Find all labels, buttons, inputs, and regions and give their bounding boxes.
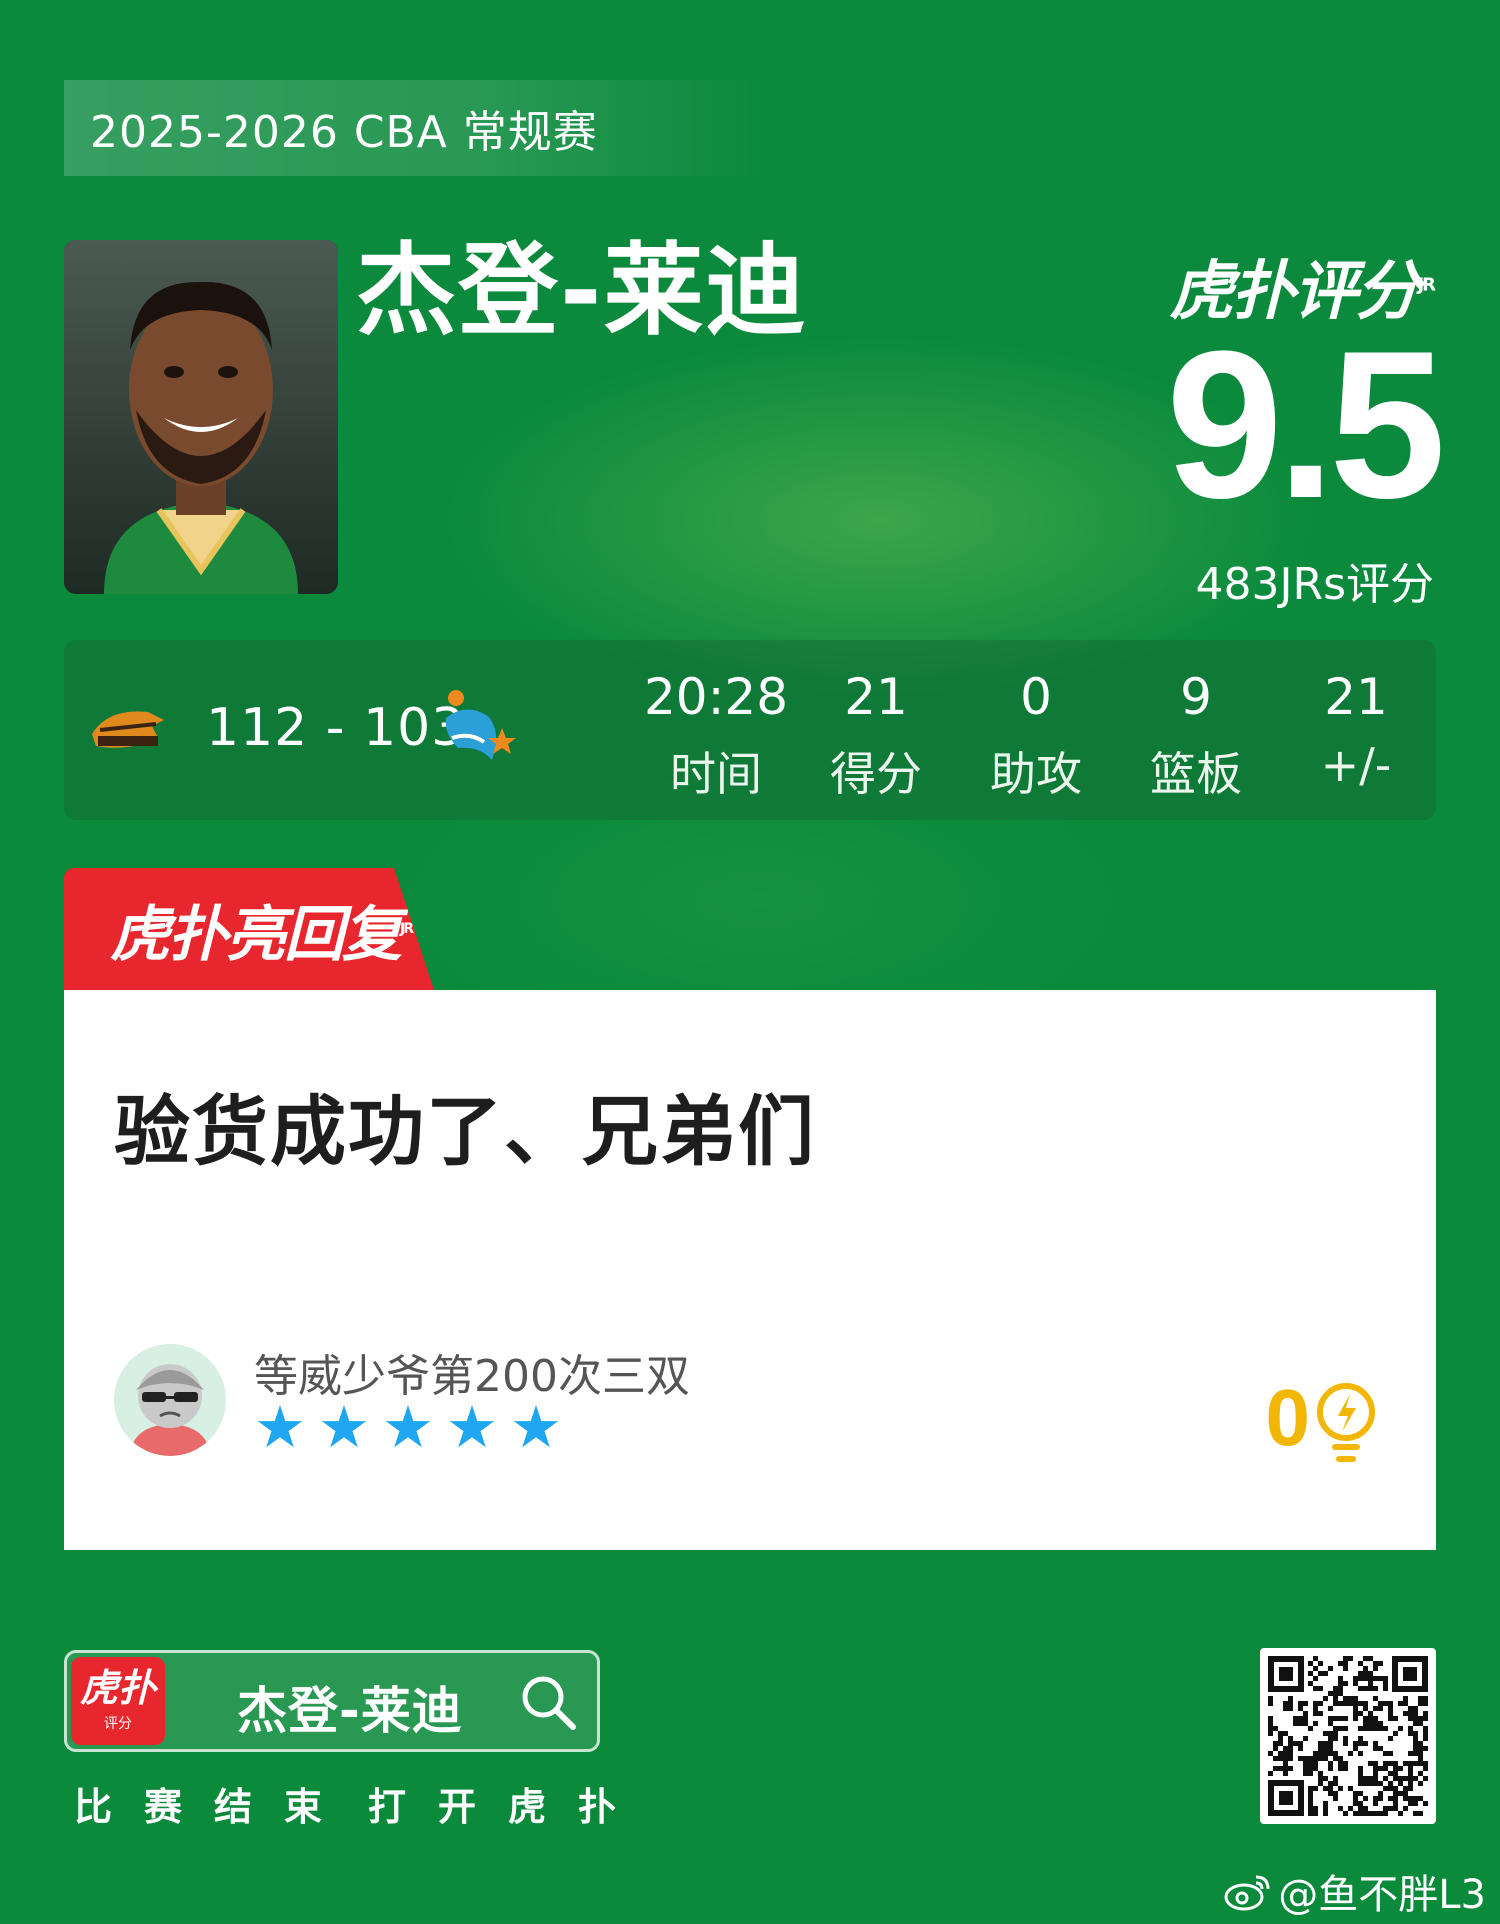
stat-plus-minus: 21 +/- [1276, 668, 1436, 792]
star-icon: ★ [382, 1393, 434, 1461]
cta-game-over: 比赛结束 [74, 1785, 355, 1829]
app-badge-subtext: 评分 [104, 1716, 132, 1732]
highlight-comment-card: 验货成功了、兄弟们 等威少爷第200次三双 ★ ★ ★ ★ ★ 0 [64, 990, 1436, 1550]
stat-label: 时间 [670, 747, 762, 801]
stat-points: 21 得分 [796, 668, 956, 804]
qr-code [1260, 1648, 1436, 1824]
cta-open-hupu: 打开虎扑 [368, 1785, 649, 1829]
star-icon: ★ [446, 1393, 498, 1461]
stat-value: 9 [1180, 668, 1212, 726]
rating-count: 483JRs评分 [1195, 559, 1434, 610]
avatar[interactable] [114, 1344, 226, 1456]
season-banner: 2025-2026 CBA 常规赛 [64, 80, 764, 176]
search-icon[interactable] [519, 1673, 577, 1731]
rating-logo-sup: JR [1417, 274, 1436, 296]
watermark-text: @鱼不胖L3 [1278, 1872, 1486, 1918]
comment-text: 验货成功了、兄弟们 [114, 1087, 816, 1176]
star-icon: ★ [510, 1393, 562, 1461]
player-portrait-image [64, 240, 338, 594]
player-name: 杰登-莱迪 [356, 232, 808, 349]
stat-value: 21 [1324, 668, 1388, 726]
stat-label: +/- [1320, 738, 1392, 792]
star-rating: ★ ★ ★ ★ ★ [254, 1398, 562, 1456]
stat-value: 20:28 [643, 668, 789, 726]
weibo-watermark: @鱼不胖L3 [1224, 1862, 1486, 1920]
rating-score: 9.5 [1166, 307, 1446, 542]
star-icon: ★ [254, 1393, 306, 1461]
leopards-logo-icon [92, 711, 164, 748]
stat-value: 0 [1020, 668, 1052, 726]
hupu-app-badge: 虎扑 评分 [71, 1657, 165, 1745]
stat-minutes: 20:28 时间 [636, 668, 796, 804]
season-label: 2025-2026 CBA 常规赛 [90, 107, 598, 158]
qr-code-image [1268, 1656, 1428, 1816]
stat-assists: 0 助攻 [956, 668, 1116, 804]
highlight-reply-tab: 虎扑亮回复 JR [64, 868, 434, 990]
search-query: 杰登-莱迪 [237, 1682, 463, 1740]
stat-label: 助攻 [990, 747, 1082, 801]
highlight-tab-label: 虎扑亮回复 [110, 899, 402, 970]
stat-label: 得分 [830, 747, 922, 801]
star-icon: ★ [318, 1393, 370, 1461]
game-stats-bar: 112 - 103 20:28 时间 21 得分 0 助攻 9 篮板 21 +/… [64, 640, 1436, 820]
like-count: 0 [1265, 1373, 1311, 1462]
stat-rebounds: 9 篮板 [1116, 668, 1276, 804]
cta-text: 比赛结束 打开虎扑 [74, 1776, 648, 1831]
dolphin-logo-icon [445, 690, 516, 760]
lightbulb-like-icon[interactable] [1314, 1382, 1378, 1466]
weibo-icon [1224, 1875, 1270, 1911]
stat-label: 篮板 [1150, 747, 1242, 801]
search-bar[interactable]: 虎扑 评分 杰登-莱迪 [64, 1650, 600, 1752]
user-avatar-icon [114, 1344, 226, 1456]
app-badge-text: 虎扑 [79, 1666, 156, 1710]
stat-value: 21 [844, 668, 908, 726]
game-score: 112 - 103 [206, 698, 466, 758]
player-photo [64, 240, 338, 594]
highlight-tab-sup: JR [400, 921, 414, 937]
